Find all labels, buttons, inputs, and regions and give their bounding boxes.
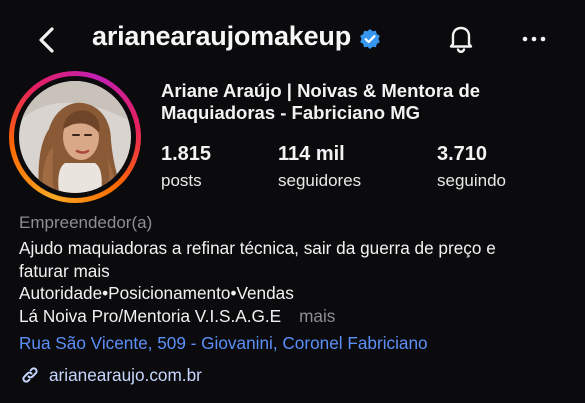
avatar[interactable] [19, 81, 131, 193]
link-icon [19, 364, 41, 386]
profile-full-name: Ariane Araújo | Noivas & Mentora de Maqu… [161, 80, 571, 124]
bio-more-link[interactable]: mais [299, 306, 335, 326]
stat-following-label: seguindo [437, 171, 507, 190]
full-name-line-2: Maquiadoras - Fabriciano MG [161, 102, 421, 123]
stat-posts-value: 1.815 [161, 143, 212, 165]
stat-posts-label: posts [161, 171, 202, 190]
stat-followers-value: 114 mil [278, 143, 345, 165]
profile-username: arianearaujomakeup [92, 21, 381, 52]
stat-following-value: 3.710 [437, 143, 488, 165]
more-dots-icon[interactable] [516, 22, 552, 58]
bio-line: Ajudo maquiadoras a refinar técnica, sai… [19, 238, 496, 258]
bell-icon[interactable] [443, 20, 479, 56]
stat-following[interactable]: 3.710 seguindo [437, 142, 506, 192]
profile-header: arianearaujomakeup [0, 0, 585, 78]
bio-line: faturar mais [19, 260, 110, 281]
profile-website-link[interactable]: arianearaujo.com.br [19, 364, 202, 386]
bio-line: Autoridade•Posicionamento•Vendas [19, 283, 294, 303]
avatar-ring-gap [14, 76, 136, 198]
verified-badge-icon [359, 26, 381, 49]
stat-followers[interactable]: 114 mil seguidores [278, 142, 361, 192]
username-text: arianearaujomakeup [92, 21, 352, 51]
back-chevron-icon[interactable] [30, 22, 66, 58]
website-text: arianearaujo.com.br [49, 364, 202, 385]
full-name-line-1: Ariane Araújo | Noivas & Mentora de [161, 80, 481, 101]
bio-line-last: Lá Noiva Pro/Mentoria V.I.S.A.G.E mais [19, 305, 579, 328]
story-ring[interactable] [9, 71, 141, 203]
bio-line: Lá Noiva Pro/Mentoria V.I.S.A.G.E [19, 305, 282, 326]
profile-category: Empreendedor(a) [19, 213, 153, 232]
profile-address-link[interactable]: Rua São Vicente, 509 - Giovanini, Corone… [19, 333, 428, 354]
profile-bio: Ajudo maquiadoras a refinar técnica, sai… [19, 237, 579, 327]
stat-posts[interactable]: 1.815 posts [161, 142, 211, 192]
stat-followers-label: seguidores [278, 171, 362, 190]
